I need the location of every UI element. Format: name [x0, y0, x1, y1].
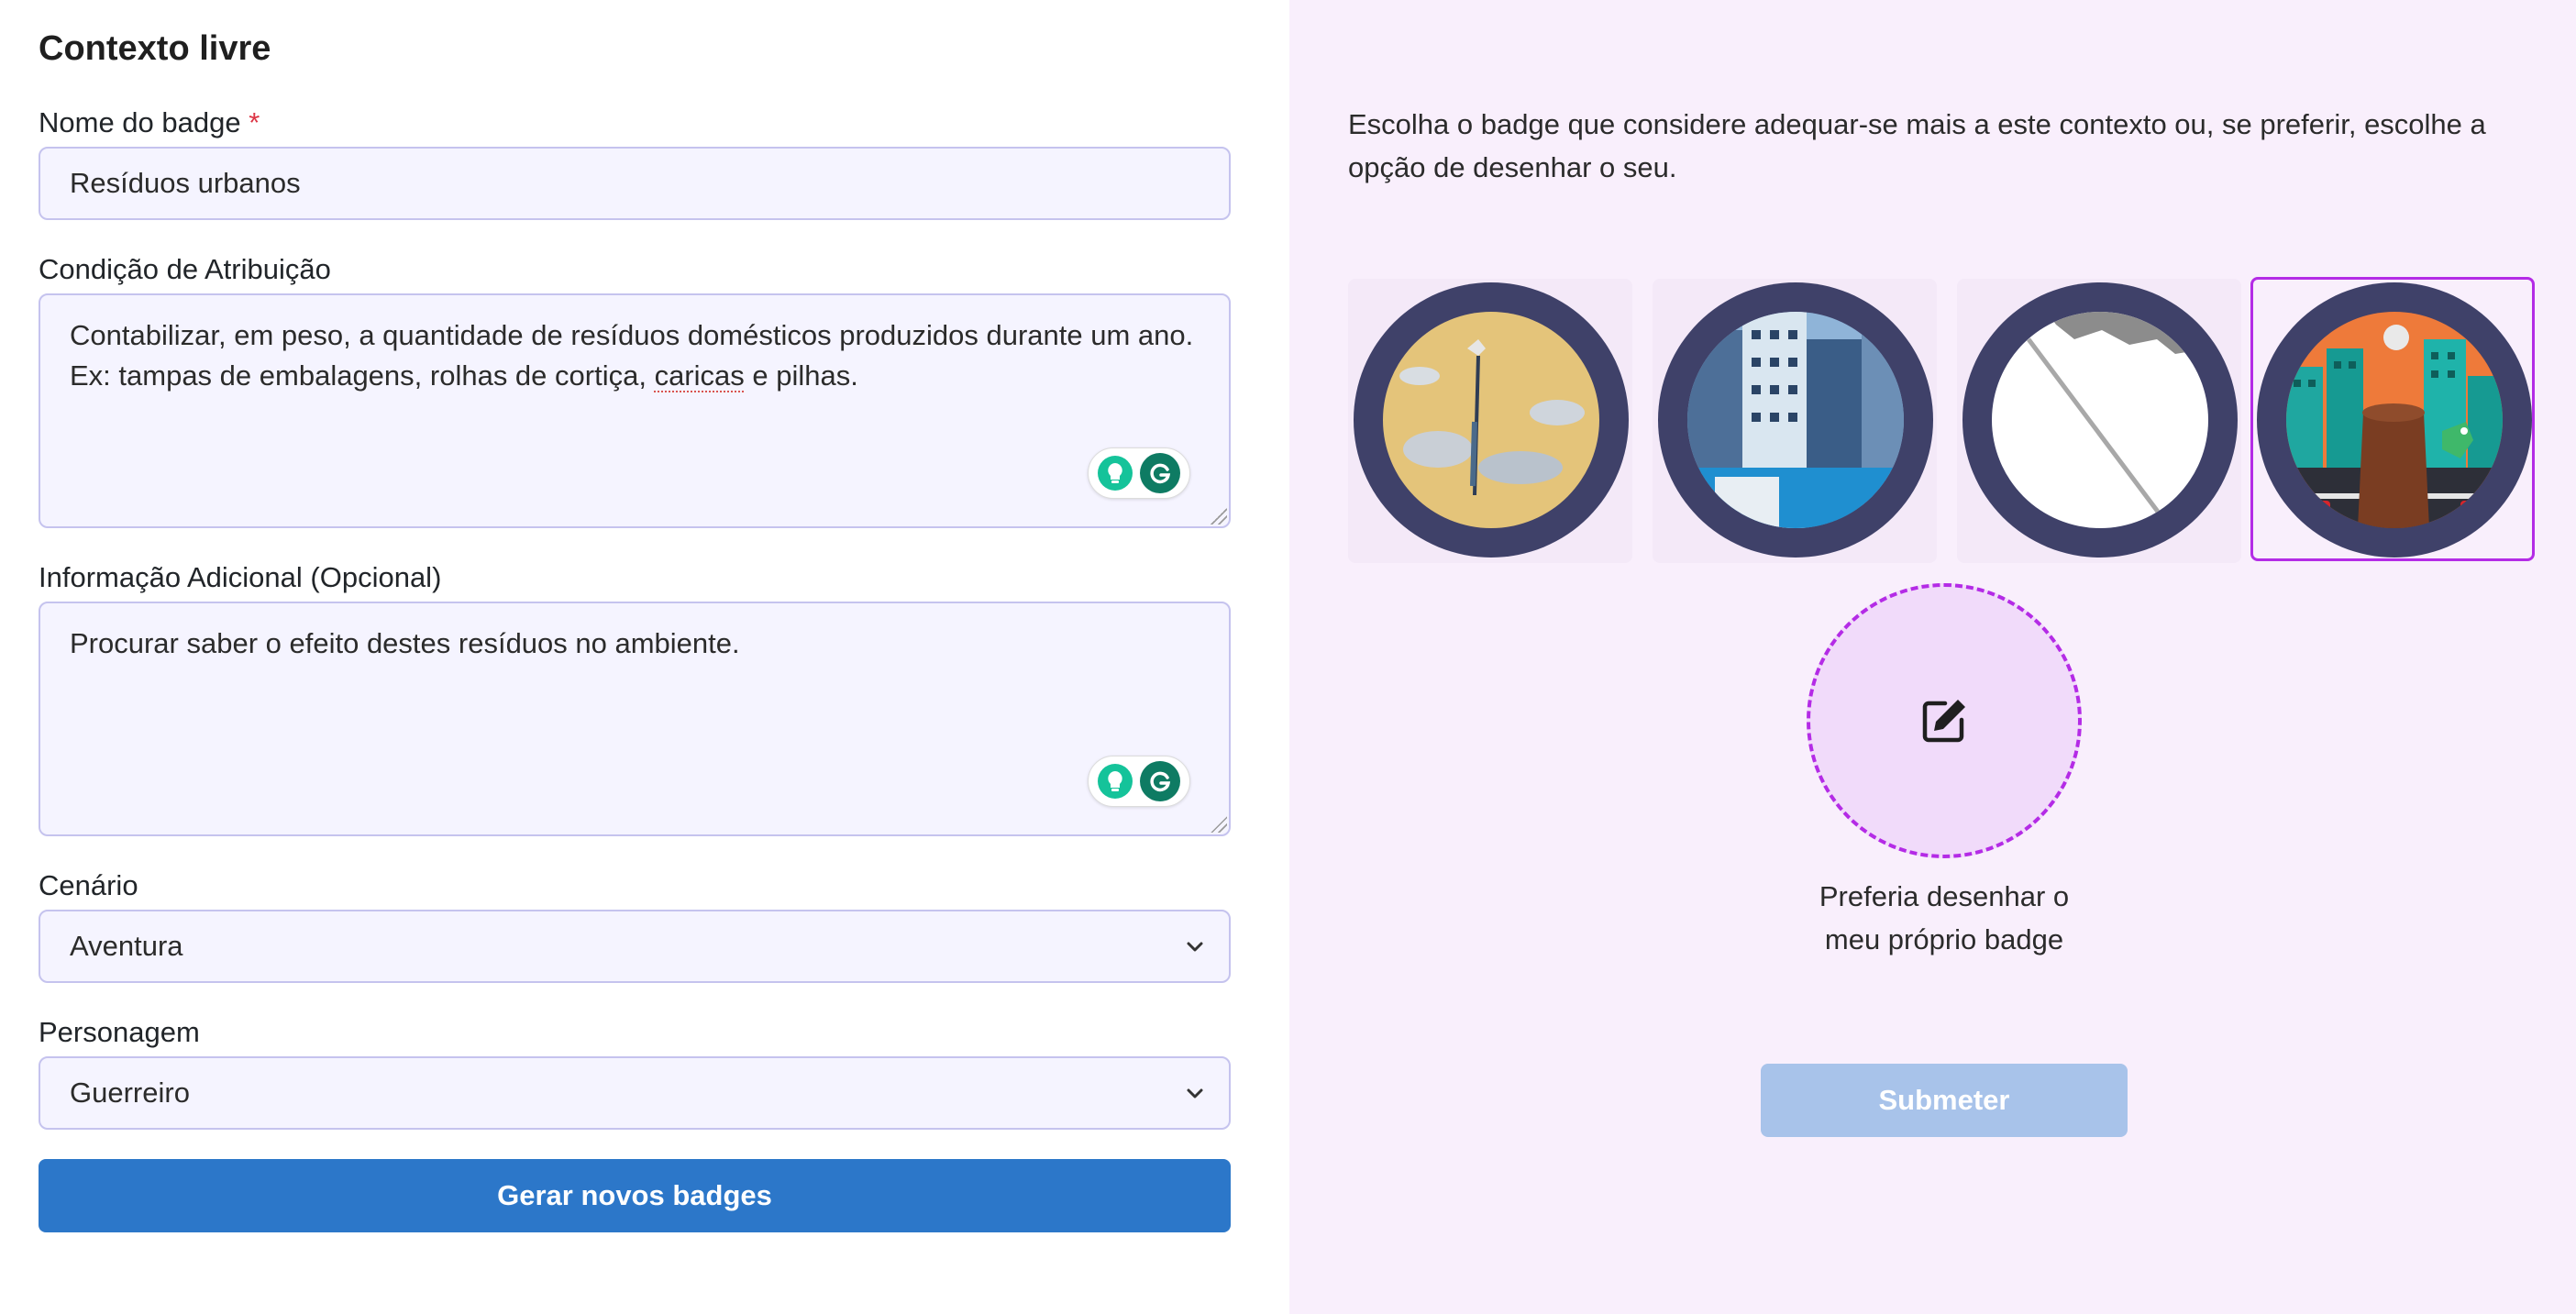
additional-info-textarea[interactable]: Procurar saber o efeito destes resíduos … — [39, 602, 1231, 836]
generate-badges-button[interactable]: Gerar novos badges — [39, 1159, 1231, 1232]
badge-ring — [2257, 282, 2532, 558]
badge-instructions: Escolha o badge que considere adequar-se… — [1348, 108, 2486, 183]
condition-label: Condição de Atribuição — [39, 253, 331, 285]
additional-info-text: Procurar saber o efeito destes resíduos … — [70, 627, 740, 659]
grammarly-icon[interactable] — [1140, 453, 1180, 493]
badge-image-wall — [1383, 312, 1599, 528]
resize-handle-icon[interactable] — [1211, 816, 1227, 833]
chevron-down-icon — [1187, 942, 1203, 952]
chevron-down-icon — [1187, 1088, 1203, 1099]
scenario-label: Cenário — [39, 869, 138, 901]
grammarly-widget[interactable] — [1088, 756, 1190, 807]
form-panel: Contexto livre Nome do badge * Resíduos … — [0, 0, 1289, 1314]
grammarly-widget[interactable] — [1088, 447, 1190, 499]
condition-textarea[interactable]: Contabilizar, em peso, a quantidade de r… — [39, 293, 1231, 528]
required-mark: * — [249, 106, 260, 138]
badge-ring — [1658, 282, 1933, 558]
badge-image-city-warrior — [2286, 312, 2503, 528]
badge-option-3[interactable] — [1957, 279, 2241, 563]
badge-panel: Escolha o badge que considere adequar-se… — [1289, 0, 2576, 1314]
badge-ring — [1962, 282, 2238, 558]
edit-icon — [1922, 700, 1965, 743]
scenario-selected-value: Aventura — [70, 930, 183, 962]
condition-text-start: Contabilizar, em peso, a quantidade de r… — [70, 319, 1194, 392]
badge-option-1[interactable] — [1348, 279, 1632, 563]
resize-handle-icon[interactable] — [1211, 508, 1227, 524]
badge-name-label: Nome do badge * — [39, 106, 260, 139]
lightbulb-icon[interactable] — [1098, 764, 1133, 799]
grammarly-icon[interactable] — [1140, 761, 1180, 801]
draw-own-badge-button[interactable] — [1807, 583, 2082, 858]
condition-text-misspelled: caricas — [654, 359, 745, 392]
badge-name-input[interactable]: Resíduos urbanos — [39, 147, 1231, 220]
character-label: Personagem — [39, 1016, 200, 1048]
badge-image-buildings — [1687, 312, 1904, 528]
badge-image-white — [1992, 312, 2208, 528]
draw-own-badge-label: Preferia desenhar o meu próprio badge — [1819, 880, 2070, 955]
additional-info-label: Informação Adicional (Opcional) — [39, 561, 442, 593]
page-title: Contexto livre — [39, 29, 271, 68]
badge-option-2[interactable] — [1653, 279, 1937, 563]
character-selected-value: Guerreiro — [70, 1077, 190, 1109]
badge-ring — [1354, 282, 1629, 558]
lightbulb-icon[interactable] — [1098, 456, 1133, 491]
submit-button[interactable]: Submeter — [1761, 1064, 2128, 1137]
badge-option-4-selected[interactable] — [2250, 277, 2535, 561]
badge-name-label-text: Nome do badge — [39, 106, 241, 138]
condition-text-end: e pilhas. — [744, 359, 858, 392]
scenario-select[interactable]: Aventura — [39, 910, 1231, 983]
character-select[interactable]: Guerreiro — [39, 1056, 1231, 1130]
